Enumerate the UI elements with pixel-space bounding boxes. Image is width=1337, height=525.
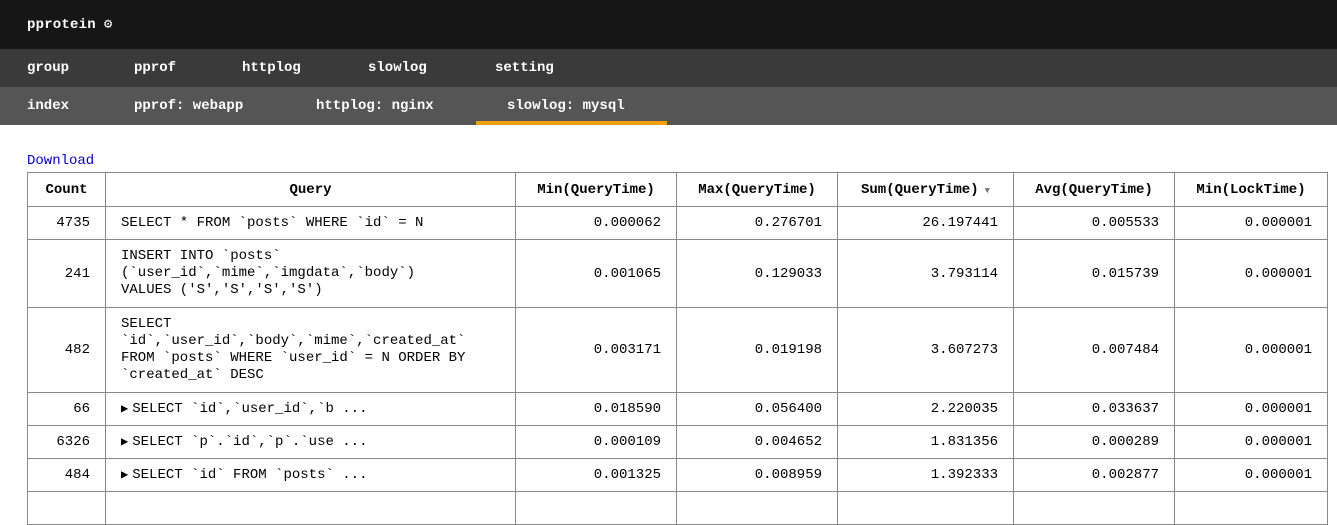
cell-sum-querytime: 3.607273 [837,307,1014,393]
primary-nav: group pprof httplog slowlog setting [0,49,1337,87]
cell-count [27,491,106,525]
top-bar: pprotein ⚙ [0,0,1337,49]
cell-min-locktime: 0.000001 [1174,458,1328,492]
table-row: 484 ▶ SELECT `id` FROM `posts` ... 0.0013… [27,458,1328,492]
column-header-label: Query [289,181,332,198]
cell-max-querytime [676,491,838,525]
cell-count: 4735 [27,206,106,240]
tab-httplog-nginx[interactable]: httplog: nginx [316,87,434,125]
nav-item-group[interactable]: group [27,49,69,87]
table-row: 66 ▶ SELECT `id`,`user_id`,`b ... 0.01859… [27,392,1328,426]
cell-min-locktime: 0.000001 [1174,392,1328,426]
cell-query: SELECT `id`,`user_id`,`body`,`mime`,`cre… [105,307,516,393]
cell-count: 6326 [27,425,106,459]
cell-sum-querytime: 2.220035 [837,392,1014,426]
column-header-min-querytime[interactable]: Min(QueryTime) [515,172,677,207]
cell-min-locktime: 0.000001 [1174,206,1328,240]
nav-item-slowlog[interactable]: slowlog [368,49,427,87]
tab-pprof-webapp[interactable]: pprof: webapp [134,87,243,125]
cell-count: 66 [27,392,106,426]
table-row: 482 SELECT `id`,`user_id`,`body`,`mime`,… [27,307,1328,393]
cell-min-locktime: 0.000001 [1174,425,1328,459]
table-header-row: Count Query Min(QueryTime) Max(QueryTime… [27,172,1328,207]
cell-sum-querytime: 3.793114 [837,239,1014,308]
expand-triangle-icon[interactable]: ▶ [121,468,128,482]
gear-icon[interactable]: ⚙ [104,16,112,33]
cell-min-querytime: 0.001065 [515,239,677,308]
nav-item-httplog[interactable]: httplog [242,49,301,87]
cell-max-querytime: 0.008959 [676,458,838,492]
column-header-min-locktime[interactable]: Min(LockTime) [1174,172,1328,207]
expand-triangle-icon[interactable]: ▶ [121,402,128,416]
cell-max-querytime: 0.129033 [676,239,838,308]
cell-sum-querytime: 26.197441 [837,206,1014,240]
nav-item-pprof[interactable]: pprof [134,49,176,87]
column-header-label: Min(QueryTime) [537,181,655,198]
table-row: 4735 SELECT * FROM `posts` WHERE `id` = … [27,206,1328,240]
cell-query: SELECT * FROM `posts` WHERE `id` = N [105,206,516,240]
cell-count: 241 [27,239,106,308]
secondary-nav: index pprof: webapp httplog: nginx slowl… [0,87,1337,125]
cell-avg-querytime: 0.000289 [1013,425,1175,459]
column-header-count[interactable]: Count [27,172,106,207]
slowlog-table: Count Query Min(QueryTime) Max(QueryTime… [27,172,1328,525]
cell-count: 484 [27,458,106,492]
table-row: 6326 ▶ SELECT `p`.`id`,`p`.`use ... 0.000… [27,425,1328,459]
table-row: 241 INSERT INTO `posts` (`user_id`,`mime… [27,239,1328,308]
cell-query [105,491,516,525]
sort-desc-icon: ▼ [984,185,991,196]
cell-sum-querytime [837,491,1014,525]
cell-max-querytime: 0.019198 [676,307,838,393]
active-tab-indicator [476,121,667,125]
cell-min-querytime [515,491,677,525]
cell-query[interactable]: ▶ SELECT `p`.`id`,`p`.`use ... [105,425,516,459]
column-header-query[interactable]: Query [105,172,516,207]
query-text: SELECT * FROM `posts` WHERE `id` = N [121,214,424,231]
tab-slowlog-mysql[interactable]: slowlog: mysql [507,87,625,125]
query-text: INSERT INTO `posts` (`user_id`,`mime`,`i… [121,248,416,298]
column-header-label: Count [45,181,88,198]
cell-min-querytime: 0.000109 [515,425,677,459]
expand-triangle-icon[interactable]: ▶ [121,435,128,449]
cell-sum-querytime: 1.831356 [837,425,1014,459]
column-header-label: Max(QueryTime) [698,181,816,198]
cell-avg-querytime: 0.007484 [1013,307,1175,393]
table-row-partial [27,491,1328,525]
cell-avg-querytime: 0.005533 [1013,206,1175,240]
query-summary[interactable]: SELECT `p`.`id`,`p`.`use ... [132,434,367,450]
cell-min-locktime: 0.000001 [1174,307,1328,393]
column-header-label: Sum(QueryTime) [860,181,979,198]
cell-avg-querytime: 0.033637 [1013,392,1175,426]
query-summary[interactable]: SELECT `id` FROM `posts` ... [132,467,367,483]
cell-max-querytime: 0.004652 [676,425,838,459]
query-summary[interactable]: SELECT `id`,`user_id`,`b ... [132,401,367,417]
cell-sum-querytime: 1.392333 [837,458,1014,492]
column-header-max-querytime[interactable]: Max(QueryTime) [676,172,838,207]
cell-avg-querytime: 0.015739 [1013,239,1175,308]
cell-query[interactable]: ▶ SELECT `id`,`user_id`,`b ... [105,392,516,426]
app-title[interactable]: pprotein [27,17,96,33]
cell-max-querytime: 0.276701 [676,206,838,240]
column-header-label: Avg(QueryTime) [1035,181,1153,198]
cell-query[interactable]: ▶ SELECT `id` FROM `posts` ... [105,458,516,492]
cell-min-querytime: 0.001325 [515,458,677,492]
cell-min-locktime [1174,491,1328,525]
download-link[interactable]: Download [27,153,94,169]
column-header-sum-querytime[interactable]: Sum(QueryTime) ▼ [837,172,1014,207]
column-header-label: Min(LockTime) [1196,181,1306,198]
cell-min-querytime: 0.000062 [515,206,677,240]
cell-count: 482 [27,307,106,393]
cell-min-locktime: 0.000001 [1174,239,1328,308]
cell-query: INSERT INTO `posts` (`user_id`,`mime`,`i… [105,239,516,308]
query-text: SELECT `id`,`user_id`,`body`,`mime`,`cre… [121,316,466,383]
tab-index[interactable]: index [27,87,69,125]
cell-max-querytime: 0.056400 [676,392,838,426]
column-header-avg-querytime[interactable]: Avg(QueryTime) [1013,172,1175,207]
cell-avg-querytime [1013,491,1175,525]
cell-min-querytime: 0.018590 [515,392,677,426]
cell-avg-querytime: 0.002877 [1013,458,1175,492]
nav-item-setting[interactable]: setting [495,49,554,87]
cell-min-querytime: 0.003171 [515,307,677,393]
